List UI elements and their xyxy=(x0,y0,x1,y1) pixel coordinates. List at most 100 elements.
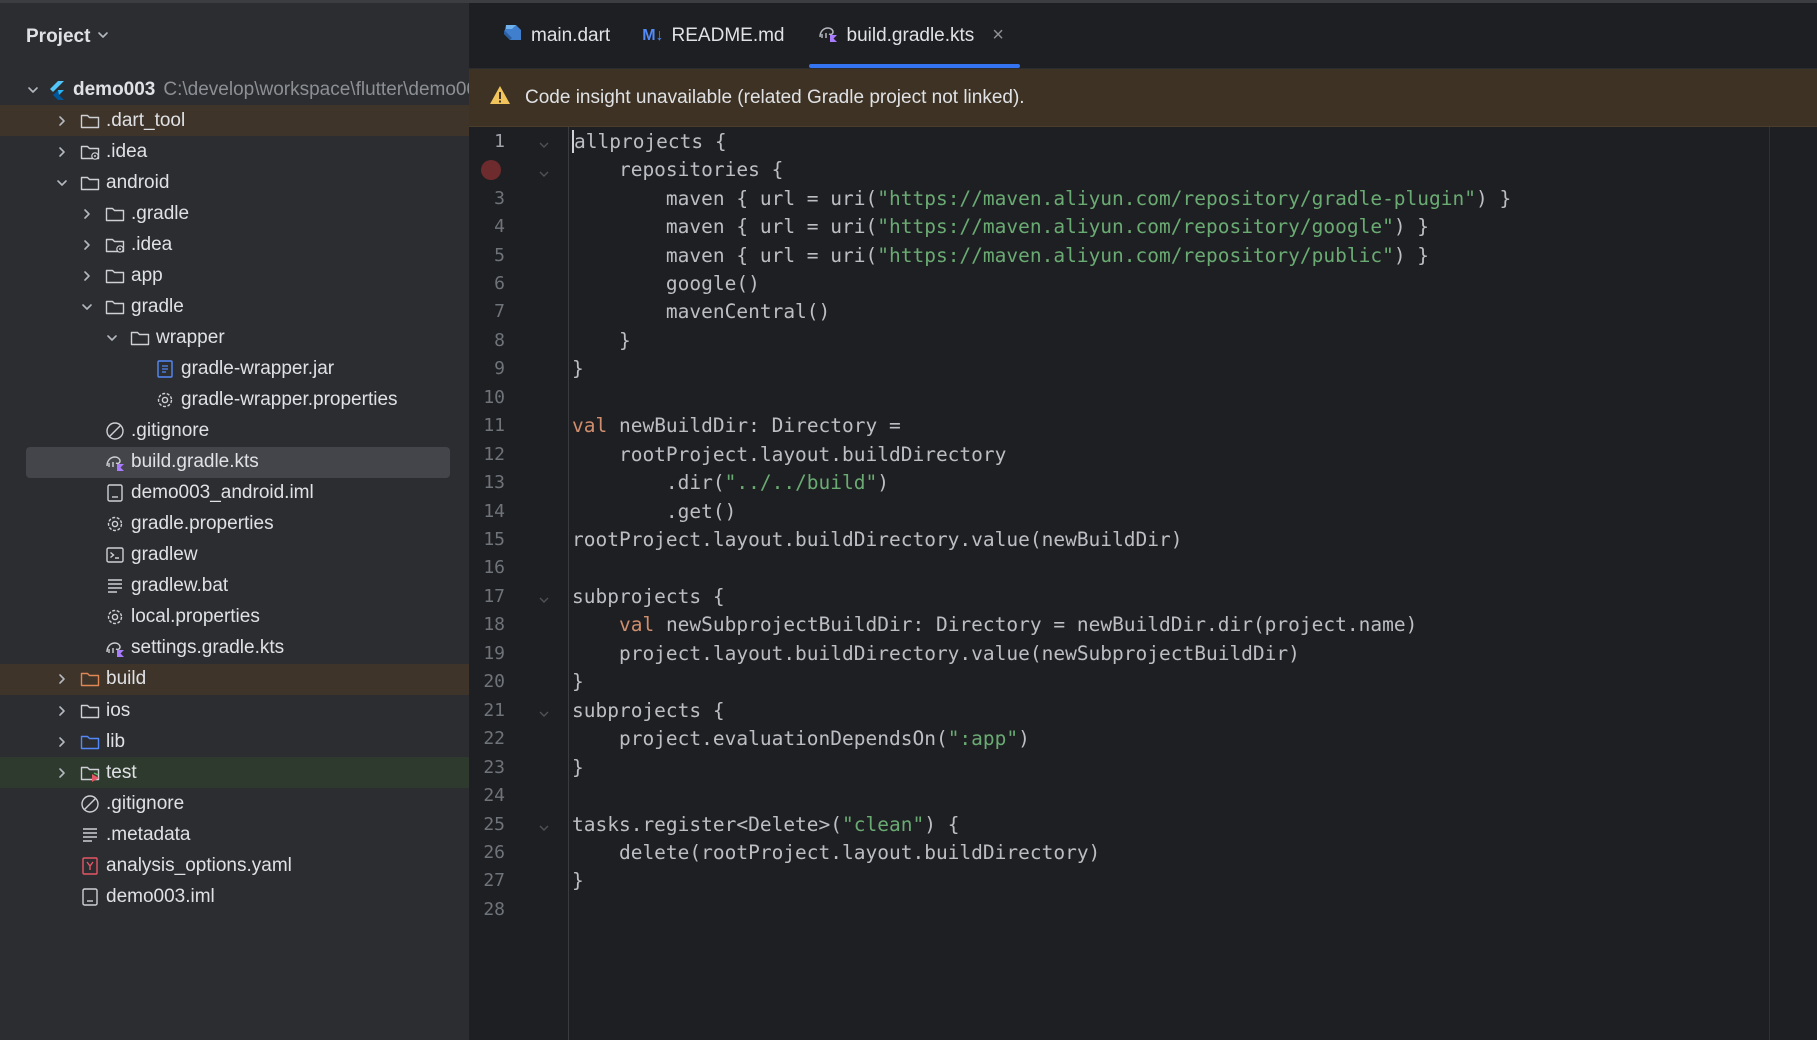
code-line[interactable]: 21 subprojects { xyxy=(469,696,1817,724)
tree-item[interactable]: gradle.properties xyxy=(0,509,469,540)
markdown-icon: M↓ xyxy=(642,26,664,44)
fold-icon[interactable] xyxy=(537,817,551,832)
tree-item[interactable]: build.gradle.kts xyxy=(0,446,469,478)
code-editor[interactable]: 1allprojects {2 repositories {3 maven { … xyxy=(469,127,1817,1040)
code-line[interactable]: 14 .get() xyxy=(469,497,1817,525)
tree-item[interactable]: .idea xyxy=(0,136,469,167)
code-line[interactable]: 22 project.evaluationDependsOn(":app") xyxy=(469,724,1817,752)
line-number: 26 xyxy=(483,841,505,863)
code-line[interactable]: 7 mavenCentral() xyxy=(469,298,1817,326)
tree-item[interactable]: build xyxy=(0,663,469,695)
code-line[interactable]: 10 xyxy=(469,383,1817,411)
tree-item[interactable]: local.properties xyxy=(0,602,469,633)
tree-item[interactable]: .metadata xyxy=(0,819,469,850)
tree-item[interactable]: ios xyxy=(0,695,469,726)
chevron-right-icon[interactable] xyxy=(76,265,98,287)
tab-main-dart[interactable]: main.dart xyxy=(489,3,630,68)
tree-item[interactable]: lib xyxy=(0,726,469,757)
tree-item[interactable]: wrapper xyxy=(0,322,469,353)
chevron-down-icon[interactable] xyxy=(26,79,40,101)
tree-item[interactable]: .idea xyxy=(0,229,469,260)
code-line[interactable]: 26 delete(rootProject.layout.buildDirect… xyxy=(469,838,1817,866)
tree-item[interactable]: gradle xyxy=(0,291,469,322)
code-line[interactable]: 19 project.layout.buildDirectory.value(n… xyxy=(469,639,1817,667)
code-text: google() xyxy=(572,272,760,295)
fold-icon[interactable] xyxy=(537,134,551,149)
tree-item[interactable]: app xyxy=(0,260,469,291)
code-line[interactable]: 4 maven { url = uri("https://maven.aliyu… xyxy=(469,212,1817,240)
tree-item[interactable]: .gradle xyxy=(0,198,469,229)
config-folder-icon xyxy=(104,234,126,256)
code-line[interactable]: 27} xyxy=(469,867,1817,895)
breakpoint-icon[interactable] xyxy=(481,159,501,180)
code-line[interactable]: 28 xyxy=(469,895,1817,923)
code-line[interactable]: 13 .dir("../../build") xyxy=(469,468,1817,496)
code-line[interactable]: 9} xyxy=(469,355,1817,383)
code-line[interactable]: 11 val newBuildDir: Directory = xyxy=(469,412,1817,440)
chevron-right-icon[interactable] xyxy=(51,668,73,690)
test-folder-icon xyxy=(79,762,101,784)
string-token: ":app" xyxy=(947,727,1019,751)
fold-icon[interactable] xyxy=(537,703,551,718)
code-line[interactable]: 24 xyxy=(469,781,1817,809)
tree-item[interactable]: gradlew.bat xyxy=(0,571,469,602)
tree-item[interactable]: demo003.iml xyxy=(0,881,469,912)
tree-item[interactable]: gradle-wrapper.properties xyxy=(0,385,469,416)
tree-item[interactable]: test xyxy=(0,757,469,789)
chevron-down-icon[interactable] xyxy=(101,327,123,349)
chevron-down-icon[interactable] xyxy=(96,28,110,47)
tab-build-gradle-kts[interactable]: build.gradle.kts × xyxy=(805,3,1024,68)
project-header[interactable]: Project xyxy=(0,3,469,71)
code-line[interactable]: 15 rootProject.layout.buildDirectory.valu… xyxy=(469,525,1817,553)
code-line[interactable]: 6 google() xyxy=(469,269,1817,297)
gradle-kotlin-icon xyxy=(104,637,126,659)
code-text: } xyxy=(572,756,584,779)
tree-item[interactable]: demo003 C:\develop\workspace\flutter\demo… xyxy=(0,74,469,105)
tree-item[interactable]: demo003_android.iml xyxy=(0,478,469,509)
chevron-right-icon[interactable] xyxy=(51,141,73,163)
tree-item[interactable]: gradlew xyxy=(0,540,469,571)
code-line[interactable]: 25 tasks.register<Delete>("clean") { xyxy=(469,810,1817,838)
string-token: "https://maven.aliyun.com/repository/pub… xyxy=(877,243,1394,267)
gradle-kotlin-icon xyxy=(104,451,126,473)
chevron-down-icon[interactable] xyxy=(76,296,98,318)
chevron-right-icon[interactable] xyxy=(51,700,73,722)
fold-icon[interactable] xyxy=(537,589,551,604)
chevron-right-icon[interactable] xyxy=(51,762,73,784)
code-line[interactable]: 17 subprojects { xyxy=(469,582,1817,610)
project-title[interactable]: Project xyxy=(26,26,90,48)
tree-item[interactable]: .gitignore xyxy=(0,788,469,819)
close-icon[interactable]: × xyxy=(992,24,1004,47)
tree-item[interactable]: android xyxy=(0,167,469,198)
chevron-right-icon[interactable] xyxy=(76,203,98,225)
code-line[interactable]: 5 maven { url = uri("https://maven.aliyu… xyxy=(469,241,1817,269)
chevron-down-icon[interactable] xyxy=(51,172,73,194)
code-token: } xyxy=(572,869,584,893)
chevron-right-icon[interactable] xyxy=(76,234,98,256)
code-line[interactable]: 8 } xyxy=(469,326,1817,354)
code-line[interactable]: 3 maven { url = uri("https://maven.aliyu… xyxy=(469,184,1817,212)
gradle-kotlin-icon xyxy=(817,22,839,50)
code-line[interactable]: 23} xyxy=(469,753,1817,781)
tree-item[interactable]: .dart_tool xyxy=(0,105,469,137)
tree-item[interactable]: analysis_options.yaml xyxy=(0,850,469,881)
code-line[interactable]: 2 repositories { xyxy=(469,155,1817,183)
tab-readme[interactable]: M↓ README.md xyxy=(630,3,804,68)
code-token: newSubprojectBuildDir: Directory = newBu… xyxy=(654,613,1418,637)
editor: main.dart M↓ README.md build.gradle.kts … xyxy=(469,0,1817,1040)
chevron-right-icon[interactable] xyxy=(51,110,73,132)
tree-item[interactable]: settings.gradle.kts xyxy=(0,633,469,664)
tree-item[interactable]: .gitignore xyxy=(0,416,469,447)
code-line[interactable]: 1 allprojects { xyxy=(469,127,1817,155)
chevron-right-icon[interactable] xyxy=(51,731,73,753)
code-line[interactable]: 18 val newSubprojectBuildDir: Directory … xyxy=(469,611,1817,639)
code-line[interactable]: 20} xyxy=(469,668,1817,696)
code-text: rootProject.layout.buildDirectory.value(… xyxy=(572,528,1182,551)
code-line[interactable]: 16 xyxy=(469,554,1817,582)
tree-item[interactable]: gradle-wrapper.jar xyxy=(0,353,469,384)
warning-icon xyxy=(489,84,511,111)
fold-icon[interactable] xyxy=(537,163,551,177)
tree-item-label: demo003 xyxy=(73,78,156,100)
code-line[interactable]: 12 rootProject.layout.buildDirectory xyxy=(469,440,1817,468)
line-number: 15 xyxy=(483,529,505,551)
